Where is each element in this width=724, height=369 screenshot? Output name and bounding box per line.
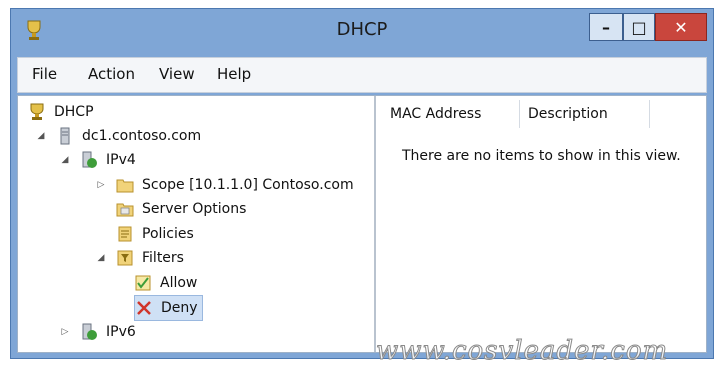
collapsed-arrow-icon[interactable]: ▷ — [96, 180, 106, 190]
tree-label: IPv6 — [106, 324, 136, 340]
tree-label: dc1.contoso.com — [82, 128, 202, 144]
dhcp-window: DHCP – □ ✕ File Action View Help DHCP ◢ — [10, 8, 714, 359]
maximize-button[interactable]: □ — [623, 13, 655, 41]
tree-label: Policies — [142, 226, 194, 242]
menu-view[interactable]: View — [159, 65, 195, 83]
expanded-arrow-icon[interactable]: ◢ — [96, 253, 106, 263]
tree-label: Allow — [160, 275, 198, 291]
tree-label: Filters — [142, 250, 184, 266]
dhcp-icon — [30, 103, 44, 120]
tree-item-policies[interactable]: Policies — [116, 222, 194, 246]
filter-icon — [117, 250, 133, 266]
close-button[interactable]: ✕ — [655, 13, 707, 41]
ipv6-icon — [82, 323, 97, 340]
tree-item-scope[interactable]: ▷ Scope [10.1.1.0] Contoso.com — [96, 173, 354, 197]
menu-help[interactable]: Help — [217, 65, 251, 83]
tree-label: Deny — [161, 300, 198, 316]
menu-file[interactable]: File — [32, 65, 57, 83]
collapsed-arrow-icon[interactable]: ▷ — [60, 327, 70, 337]
watermark: www.cosvleader.com — [375, 336, 669, 367]
tree-item-deny[interactable]: Deny — [134, 295, 203, 321]
tree-item-server[interactable]: ◢ dc1.contoso.com — [36, 124, 201, 148]
deny-x-icon — [137, 301, 151, 315]
folder-icon — [116, 179, 134, 193]
tree-pane[interactable]: DHCP ◢ dc1.contoso.com ◢ IPv4 ▷ Scope [1… — [18, 96, 376, 352]
minimize-button[interactable]: – — [589, 13, 623, 41]
tree-item-dhcp[interactable]: DHCP — [28, 100, 94, 124]
tree-item-allow[interactable]: Allow — [134, 271, 197, 295]
server-icon — [60, 127, 70, 145]
ipv4-icon — [82, 151, 97, 168]
tree-item-filters[interactable]: ◢ Filters — [96, 246, 184, 270]
tree-label: Server Options — [142, 201, 247, 217]
tree-item-ipv6[interactable]: ▷ IPv6 — [60, 320, 136, 344]
console-content: DHCP ◢ dc1.contoso.com ◢ IPv4 ▷ Scope [1… — [17, 95, 707, 353]
expanded-arrow-icon[interactable]: ◢ — [36, 131, 46, 141]
column-header-mac-address[interactable]: MAC Address — [382, 100, 520, 128]
allow-checkmark-icon — [135, 275, 151, 291]
tree-label: Scope [10.1.1.0] Contoso.com — [142, 177, 354, 193]
menu-action[interactable]: Action — [88, 65, 135, 83]
list-pane[interactable]: MAC Address Description There are no ite… — [378, 96, 706, 352]
server-options-icon — [116, 203, 134, 217]
policies-icon — [118, 226, 132, 242]
column-header-description[interactable]: Description — [520, 100, 650, 128]
tree-item-server-options[interactable]: Server Options — [116, 197, 246, 221]
tree-item-ipv4[interactable]: ◢ IPv4 — [60, 148, 136, 172]
title-bar[interactable]: DHCP – □ ✕ — [11, 9, 713, 55]
tree-label: IPv4 — [106, 152, 136, 168]
expanded-arrow-icon[interactable]: ◢ — [60, 155, 70, 165]
menu-bar: File Action View Help — [17, 57, 707, 93]
empty-list-message: There are no items to show in this view. — [402, 148, 681, 164]
tree-label: DHCP — [54, 104, 94, 120]
